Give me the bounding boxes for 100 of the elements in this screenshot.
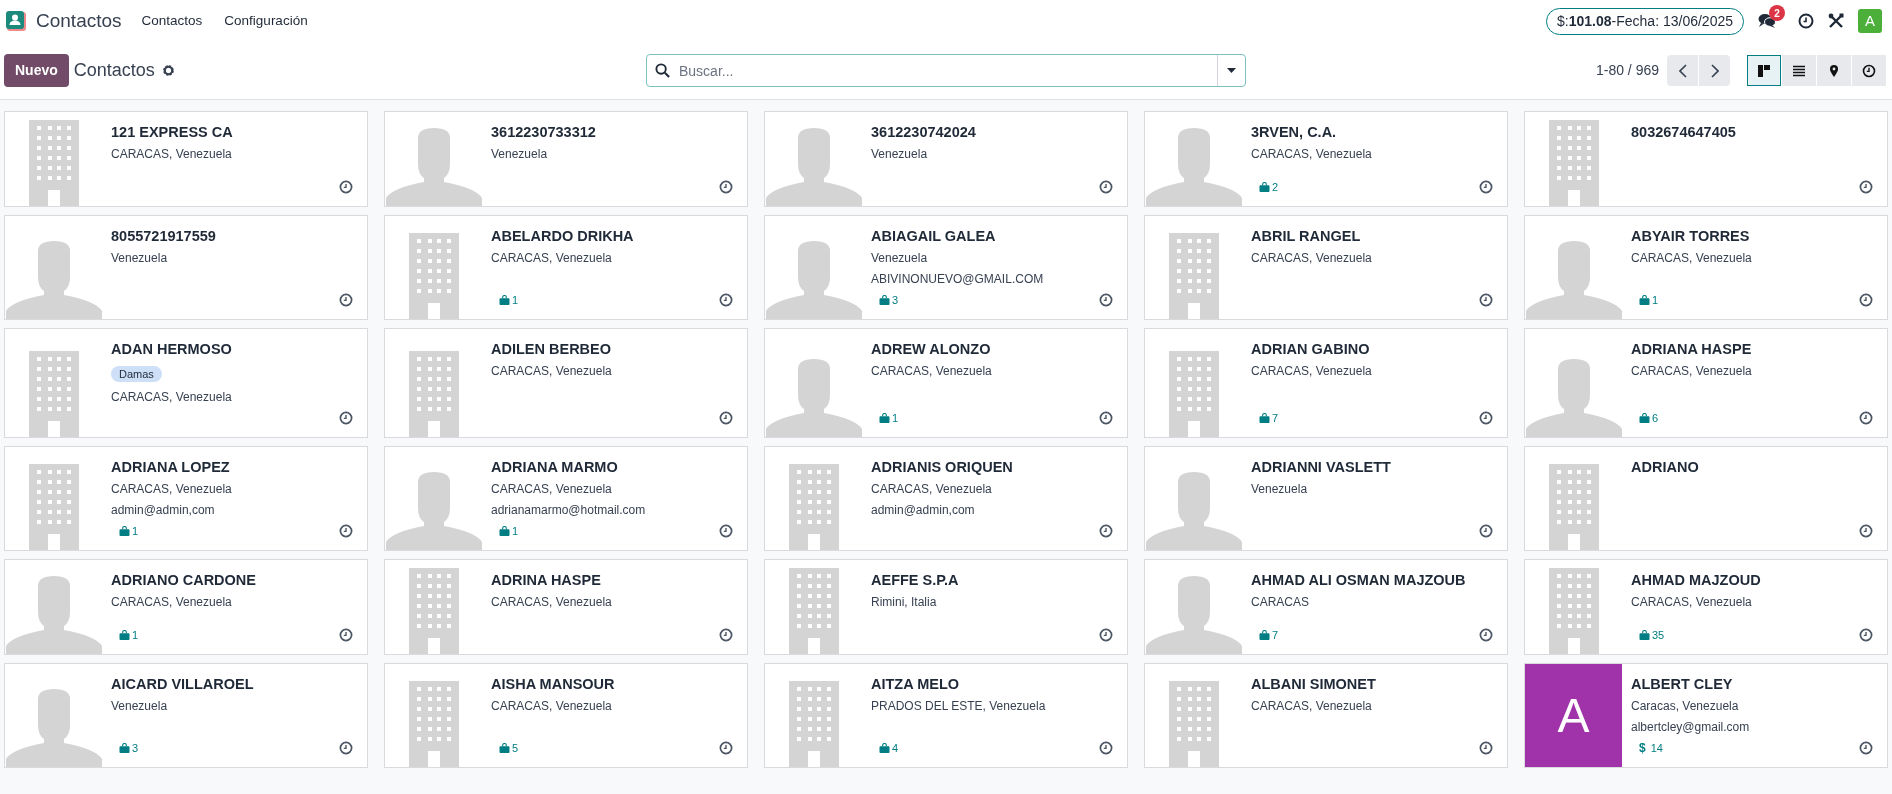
search-field[interactable]: Buscar... [646,54,1246,87]
contact-card[interactable]: ABIAGAIL GALEA Venezuela ABIVINONUEVO@GMAIL.COM 3 [764,215,1128,320]
contact-card[interactable]: ADRINA HASPE CARACAS, Venezuela [384,559,748,655]
sales-count[interactable]: 1 [119,522,139,540]
activity-clock-icon[interactable] [719,180,733,194]
activity-clock-icon[interactable] [1859,411,1873,425]
contact-card[interactable]: AHMAD MAJZOUD CARACAS, Venezuela 35 [1524,559,1888,655]
contact-card[interactable]: ABELARDO DRIKHA CARACAS, Venezuela 1 [384,215,748,320]
contact-card[interactable]: ABYAIR TORRES CARACAS, Venezuela 1 [1524,215,1888,320]
count-value: 7 [1272,627,1279,643]
activity-clock-icon[interactable] [1099,741,1113,755]
contact-card[interactable]: 8032674647405 [1524,111,1888,207]
activity-clock-icon[interactable] [339,524,353,538]
sales-count[interactable]: 1 [119,626,139,644]
contact-card[interactable]: ADRIANA MARMO CARACAS, Venezuela adrianamarmo@hotmail.com 1 [384,446,748,551]
contact-card[interactable]: AITZA MELO PRADOS DEL ESTE, Venezuela 4 [764,663,1128,768]
sales-count[interactable]: $ 14 [1639,739,1663,757]
contact-card[interactable]: ALBANI SIMONET CARACAS, Venezuela [1144,663,1508,768]
contact-name: ADRIANO [1631,458,1700,477]
sales-count[interactable]: 1 [879,409,899,427]
contact-card[interactable]: ADAN HERMOSO Damas CARACAS, Venezuela [4,328,368,438]
sales-count[interactable]: 35 [1639,626,1665,644]
contact-card[interactable]: AEFFE S.P.A Rimini, Italia [764,559,1128,655]
activity-clock-icon[interactable] [339,741,353,755]
contact-name: ADREW ALONZO [871,340,992,359]
app-logo-icon[interactable] [6,11,26,31]
contact-card[interactable]: ADRIAN GABINO CARACAS, Venezuela 7 [1144,328,1508,438]
activity-clock-icon[interactable] [1859,741,1873,755]
activity-clock-icon[interactable] [1479,411,1493,425]
sales-count[interactable]: 7 [1259,409,1279,427]
activity-clock-icon[interactable] [1479,628,1493,642]
contact-detail: CARACAS, Venezuela [1631,594,1753,611]
sales-count[interactable]: 6 [1639,409,1659,427]
contact-card[interactable]: 3RVEN, C.A. CARACAS, Venezuela 2 [1144,111,1508,207]
contact-card[interactable]: 121 EXPRESS CA CARACAS, Venezuela [4,111,368,207]
contact-detail: CARACAS, Venezuela [1251,698,1373,715]
contact-card[interactable]: AICARD VILLAROEL Venezuela 3 [4,663,368,768]
activity-clock-icon[interactable] [1859,293,1873,307]
contact-card[interactable]: ADRIANA HASPE CARACAS, Venezuela 6 [1524,328,1888,438]
sales-count[interactable]: 1 [1639,291,1659,309]
activity-clock-icon[interactable] [1099,180,1113,194]
breadcrumb-title: Contactos [73,59,155,82]
activity-clock-icon[interactable] [1099,293,1113,307]
app-name[interactable]: Contactos [36,6,122,36]
next-page-button[interactable] [1699,55,1730,86]
contact-detail: CARACAS, Venezuela [491,481,613,498]
sales-count[interactable]: 1 [499,291,519,309]
sales-count[interactable]: 2 [1259,178,1279,196]
contact-card[interactable]: ADILEN BERBEO CARACAS, Venezuela [384,328,748,438]
activity-clock-icon[interactable] [719,628,733,642]
sales-count[interactable]: 1 [499,522,519,540]
activity-clock-icon[interactable] [339,628,353,642]
contact-card[interactable]: A ALBERT CLEY Caracas, Venezuela albertcley@gmail.com $ 14 [1524,663,1888,768]
activity-clock-icon[interactable] [1479,293,1493,307]
list-view-icon [1792,63,1806,78]
activity-clock-icon[interactable] [339,180,353,194]
menu-item[interactable]: Configuración [224,10,308,32]
view-switch-button[interactable] [1747,55,1781,86]
activity-clock-icon[interactable] [719,524,733,538]
activity-clock-icon[interactable] [1479,741,1493,755]
previous-page-button[interactable] [1667,55,1698,86]
activity-clock-icon[interactable] [719,411,733,425]
menu-item[interactable]: Contactos [141,10,203,32]
sales-count[interactable]: 5 [499,739,519,757]
contact-card[interactable]: ADRIANA LOPEZ CARACAS, Venezuela admin@admin,com 1 [4,446,368,551]
contact-card[interactable]: 8055721917559 Venezuela [4,215,368,320]
activity-clock-icon[interactable] [719,293,733,307]
activity-clock-icon[interactable] [719,741,733,755]
clock-icon[interactable] [1798,13,1814,29]
activity-clock-icon[interactable] [339,293,353,307]
contact-card[interactable]: 3612230742024 Venezuela [764,111,1128,207]
activity-clock-icon[interactable] [1479,180,1493,194]
sales-count[interactable]: 3 [879,291,899,309]
contact-card[interactable]: 3612230733312 Venezuela [384,111,748,207]
new-button[interactable]: Nuevo [4,54,69,87]
settings-icon[interactable] [161,64,175,77]
activity-clock-icon[interactable] [1859,628,1873,642]
tools-icon[interactable] [1828,13,1844,29]
contact-card[interactable]: ADRIANO [1524,446,1888,551]
activity-clock-icon[interactable] [339,411,353,425]
sales-count[interactable]: 3 [119,739,139,757]
view-switch-button[interactable] [1817,55,1851,86]
contact-card[interactable]: AISHA MANSOUR CARACAS, Venezuela 5 [384,663,748,768]
activity-clock-icon[interactable] [1099,411,1113,425]
view-switch-button[interactable] [1852,55,1886,86]
activity-clock-icon[interactable] [1859,180,1873,194]
contact-card[interactable]: ADREW ALONZO CARACAS, Venezuela 1 [764,328,1128,438]
activity-clock-icon[interactable] [1479,524,1493,538]
contact-card[interactable]: ABRIL RANGEL CARACAS, Venezuela [1144,215,1508,320]
sales-count[interactable]: 7 [1259,626,1279,644]
view-switch-button[interactable] [1782,55,1816,86]
activity-clock-icon[interactable] [1099,628,1113,642]
activity-clock-icon[interactable] [1099,524,1113,538]
contact-card[interactable]: ADRIANO CARDONE CARACAS, Venezuela 1 [4,559,368,655]
activity-clock-icon[interactable] [1859,524,1873,538]
contact-card[interactable]: ADRIANIS ORIQUEN CARACAS, Venezuela admin@admin,com [764,446,1128,551]
sales-count[interactable]: 4 [879,739,899,757]
pager-value[interactable]: 1-80 / 969 [1595,60,1659,81]
contact-card[interactable]: ADRIANNI VASLETT Venezuela [1144,446,1508,551]
contact-card[interactable]: AHMAD ALI OSMAN MAJZOUB CARACAS 7 [1144,559,1508,655]
